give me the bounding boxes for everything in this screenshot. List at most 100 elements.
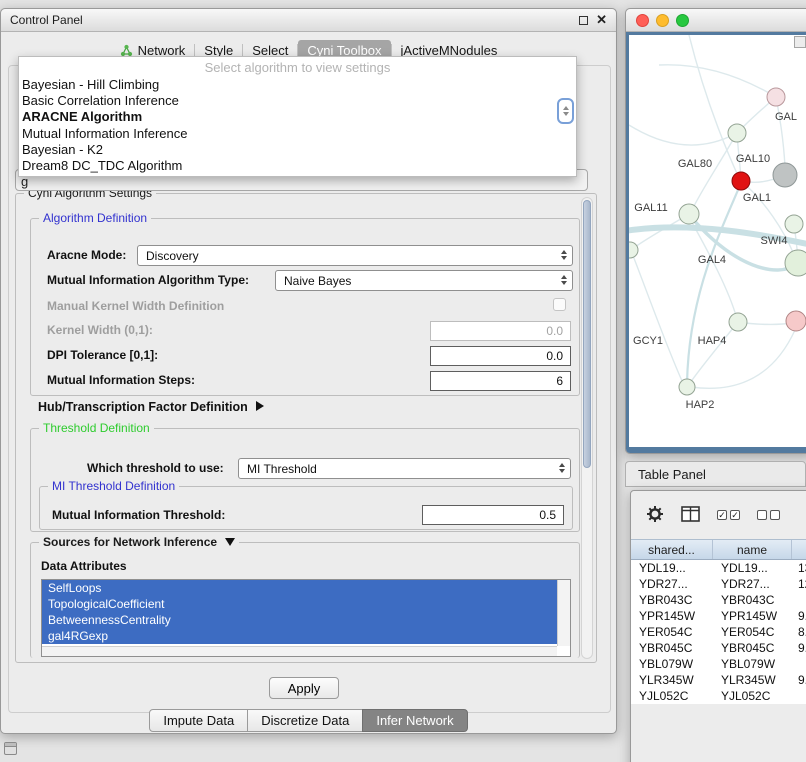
cell-extra: 13 xyxy=(792,561,806,575)
gear-icon xyxy=(646,505,664,523)
tab-impute-data[interactable]: Impute Data xyxy=(149,709,248,732)
column-header-shared[interactable]: shared... xyxy=(631,540,713,559)
cell-shared: YBR045C xyxy=(631,641,713,655)
aracne-mode-combobox[interactable]: Discovery xyxy=(137,245,573,266)
list-vertical-scrollbar[interactable] xyxy=(557,580,570,646)
network-node[interactable] xyxy=(728,124,746,142)
attribute-item-selected[interactable]: gal4RGexp xyxy=(42,628,557,644)
apply-button[interactable]: Apply xyxy=(269,677,339,699)
data-attributes-label: Data Attributes xyxy=(41,559,127,573)
close-icon[interactable]: ✕ xyxy=(596,15,607,25)
combobox-value: Discovery xyxy=(146,249,199,263)
manual-kernel-label: Manual Kernel Width Definition xyxy=(47,299,224,313)
cell-shared: YDR27... xyxy=(631,577,713,591)
group-title: MI Threshold Definition xyxy=(48,479,179,493)
network-node[interactable] xyxy=(629,242,638,258)
kernel-width-label: Kernel Width (0,1): xyxy=(47,323,153,337)
attribute-item-selected[interactable]: BetweennessCentrality xyxy=(42,612,557,628)
collapsed-panel-icon[interactable] xyxy=(4,742,17,755)
control-panel-window: Control Panel ✕ Network Style xyxy=(0,8,617,734)
node-label-gal: GAL xyxy=(775,111,797,123)
deselect-all-columns-button[interactable] xyxy=(757,510,780,520)
network-node[interactable] xyxy=(785,250,806,276)
hub-section-toggle[interactable]: Hub/Transcription Factor Definition xyxy=(38,400,264,414)
table-row[interactable]: YBR043C YBR043C xyxy=(631,592,806,608)
minimize-traffic-icon[interactable] xyxy=(656,14,669,27)
algorithm-option-selected[interactable]: ARACNE Algorithm xyxy=(19,109,576,125)
network-canvas[interactable]: GAL GAL80 GAL10 GAL11 GAL1 SWI4 GAL4 GCY… xyxy=(626,32,806,453)
table-row[interactable]: YBL079W YBL079W xyxy=(631,656,806,672)
algorithm-option[interactable]: Basic Correlation Inference xyxy=(19,93,576,109)
list-horizontal-scrollbar[interactable] xyxy=(42,646,557,656)
field-value: 0.0 xyxy=(546,324,563,338)
stepper-icon xyxy=(561,250,567,260)
combobox-value: MI Threshold xyxy=(247,462,317,476)
cell-shared: YDL19... xyxy=(631,561,713,575)
algorithm-option[interactable]: Dream8 DC_TDC Algorithm xyxy=(19,158,576,174)
column-header-name[interactable]: name xyxy=(713,540,792,559)
algorithm-option[interactable]: Bayesian - K2 xyxy=(19,142,576,158)
node-label-gal11: GAL11 xyxy=(634,202,667,214)
cell-name: YDL19... xyxy=(713,561,792,575)
cell-extra: 12 xyxy=(792,577,806,591)
cell-shared: YLR345W xyxy=(631,673,713,687)
cell-name: YBL079W xyxy=(713,657,792,671)
scrollbar-corner-button[interactable] xyxy=(794,36,806,48)
mi-type-combobox[interactable]: Naive Bayes xyxy=(275,270,573,291)
table-panel-titlebar[interactable]: Table Panel xyxy=(625,461,806,487)
scrollbar-thumb[interactable] xyxy=(583,200,591,468)
float-window-icon[interactable] xyxy=(579,16,588,25)
table-row[interactable]: YER054C YER054C 8. xyxy=(631,624,806,640)
cell-shared: YBL079W xyxy=(631,657,713,671)
kernel-width-field[interactable]: 0.0 xyxy=(430,321,571,341)
cell-name: YDR27... xyxy=(713,577,792,591)
network-node[interactable] xyxy=(773,163,797,187)
attribute-item-selected[interactable]: SelfLoops xyxy=(42,580,557,596)
network-node-red[interactable] xyxy=(732,172,750,190)
table-row[interactable]: YPR145W YPR145W 9. xyxy=(631,608,806,624)
cell-extra: 9. xyxy=(792,641,806,655)
dpi-tolerance-field[interactable]: 0.0 xyxy=(430,346,571,366)
mi-steps-label: Mutual Information Steps: xyxy=(47,373,195,387)
table-row[interactable]: YDR27... YDR27... 12 xyxy=(631,576,806,592)
node-label-gcy1: GCY1 xyxy=(633,335,663,347)
table-row[interactable]: YBR045C YBR045C 9. xyxy=(631,640,806,656)
zoom-traffic-icon[interactable] xyxy=(676,14,689,27)
algorithm-option[interactable]: Bayesian - Hill Climbing xyxy=(19,77,576,93)
tab-discretize-data[interactable]: Discretize Data xyxy=(247,709,363,732)
network-node[interactable] xyxy=(679,379,695,395)
table-row[interactable]: YLR345W YLR345W 9. xyxy=(631,672,806,688)
network-node[interactable] xyxy=(729,313,747,331)
algorithm-option[interactable]: Mutual Information Inference xyxy=(19,126,576,142)
sources-toggle[interactable]: Sources for Network Inference xyxy=(39,535,239,549)
which-threshold-combobox[interactable]: MI Threshold xyxy=(238,458,571,479)
attribute-item-selected[interactable]: TopologicalCoefficient xyxy=(42,596,557,612)
attributes-list: SelfLoops TopologicalCoefficient Between… xyxy=(41,579,571,657)
combobox-stepper-fragment[interactable] xyxy=(557,98,574,124)
window-title: Control Panel xyxy=(10,13,83,27)
manual-kernel-checkbox[interactable] xyxy=(553,298,566,311)
table-settings-button[interactable] xyxy=(646,505,664,526)
mi-type-label: Mutual Information Algorithm Type: xyxy=(47,273,249,287)
network-view-window: GAL GAL80 GAL10 GAL11 GAL1 SWI4 GAL4 GCY… xyxy=(625,8,806,454)
show-columns-button[interactable] xyxy=(681,506,700,525)
tab-infer-network[interactable]: Infer Network xyxy=(362,709,467,732)
mi-steps-field[interactable]: 6 xyxy=(430,371,571,391)
control-panel-titlebar[interactable]: Control Panel ✕ xyxy=(1,9,616,32)
network-node[interactable] xyxy=(767,88,785,106)
network-node[interactable] xyxy=(679,204,699,224)
network-window-titlebar[interactable] xyxy=(626,9,806,32)
table-row[interactable]: YJL052C YJL052C xyxy=(631,688,806,704)
select-all-columns-button[interactable]: ✓ ✓ xyxy=(717,510,740,520)
close-traffic-icon[interactable] xyxy=(636,14,649,27)
column-header-extra[interactable] xyxy=(792,540,806,559)
desktop: Control Panel ✕ Network Style xyxy=(0,0,806,762)
table-panel-window: ✓ ✓ shared... name YDL19... YDL19... 13 … xyxy=(630,490,806,762)
table-row[interactable]: YDL19... YDL19... 13 xyxy=(631,560,806,576)
table-panel-title: Table Panel xyxy=(638,467,706,482)
mi-threshold-field[interactable]: 0.5 xyxy=(422,505,564,525)
network-node-pink[interactable] xyxy=(786,311,806,331)
dpi-tolerance-label: DPI Tolerance [0,1]: xyxy=(47,348,158,362)
network-node[interactable] xyxy=(785,215,803,233)
settings-scrollbar[interactable] xyxy=(581,197,593,659)
